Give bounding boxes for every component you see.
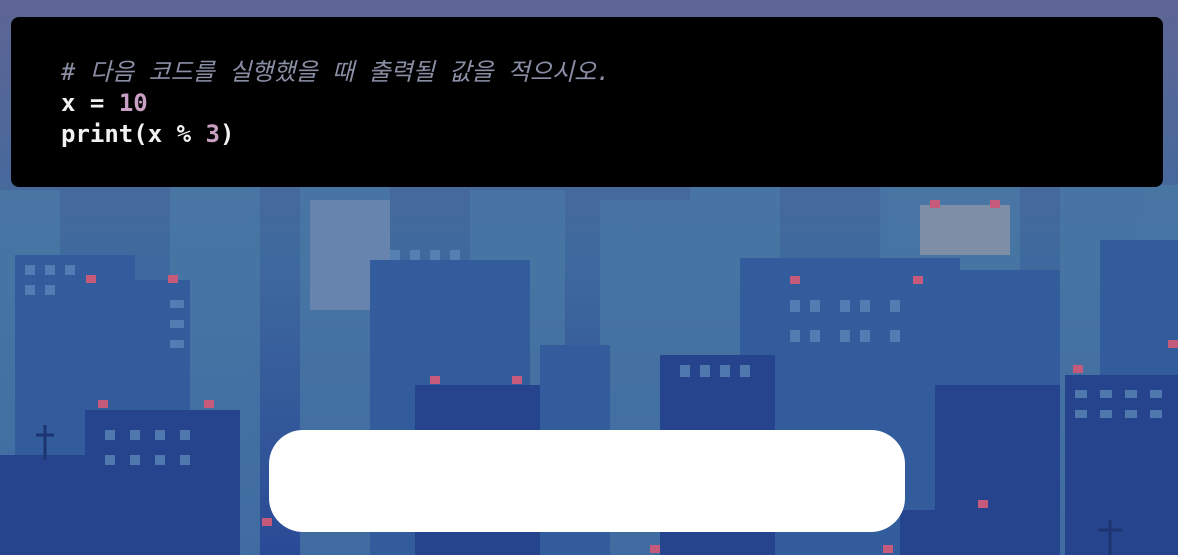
code-print-call: print(x % (61, 120, 206, 148)
answer-input[interactable] (269, 430, 905, 532)
code-number-literal: 3 (205, 120, 220, 148)
code-question-panel: # 다음 코드를 실행했을 때 출력될 값을 적으시오. x = 10 prin… (11, 17, 1163, 187)
code-operator: = (75, 89, 119, 117)
code-line-print: print(x % 3) (61, 119, 1163, 150)
code-line-assignment: x = 10 (61, 88, 1163, 119)
code-number-literal: 10 (118, 89, 148, 117)
code-variable: x (61, 89, 76, 117)
code-close-paren: ) (219, 120, 235, 148)
question-comment: # 다음 코드를 실행했을 때 출력될 값을 적으시오. (61, 58, 611, 86)
